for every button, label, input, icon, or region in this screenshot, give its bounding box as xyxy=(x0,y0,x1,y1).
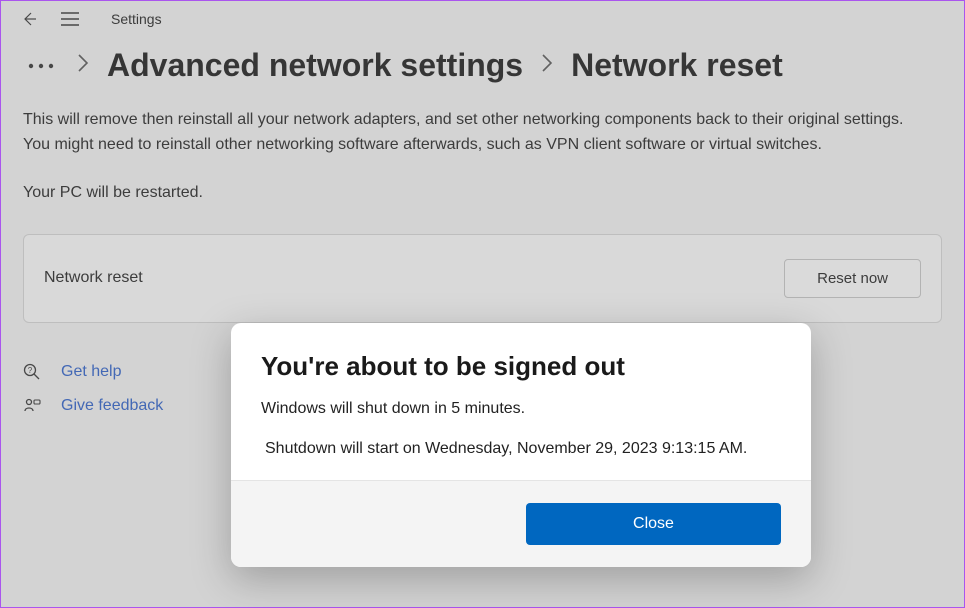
signout-dialog: You're about to be signed out Windows wi… xyxy=(231,323,811,567)
back-icon[interactable] xyxy=(9,5,49,33)
reset-card-label: Network reset xyxy=(44,269,143,287)
chevron-right-icon xyxy=(77,53,89,79)
restart-note: Your PC will be restarted. xyxy=(23,184,942,202)
feedback-icon xyxy=(23,397,43,415)
breadcrumb-current: Network reset xyxy=(571,47,783,84)
dialog-footer: Close xyxy=(231,480,811,567)
give-feedback-label: Give feedback xyxy=(61,397,163,415)
ellipsis-icon[interactable] xyxy=(23,58,59,74)
get-help-label: Get help xyxy=(61,363,121,381)
page-description: This will remove then reinstall all your… xyxy=(23,108,933,158)
svg-text:?: ? xyxy=(28,366,33,375)
dialog-message-2: Shutdown will start on Wednesday, Novemb… xyxy=(265,440,781,458)
dialog-message-1: Windows will shut down in 5 minutes. xyxy=(261,400,781,418)
app-title: Settings xyxy=(111,11,162,27)
hamburger-icon[interactable] xyxy=(49,6,91,32)
reset-now-button[interactable]: Reset now xyxy=(784,259,921,298)
dialog-title: You're about to be signed out xyxy=(261,351,781,382)
breadcrumb: Advanced network settings Network reset xyxy=(23,47,942,84)
chevron-right-icon xyxy=(541,53,553,79)
help-icon: ? xyxy=(23,363,43,381)
dialog-body: You're about to be signed out Windows wi… xyxy=(231,323,811,480)
close-button[interactable]: Close xyxy=(526,503,781,545)
titlebar: Settings xyxy=(1,1,964,37)
breadcrumb-parent[interactable]: Advanced network settings xyxy=(107,47,523,84)
reset-card: Network reset Reset now xyxy=(23,234,942,323)
